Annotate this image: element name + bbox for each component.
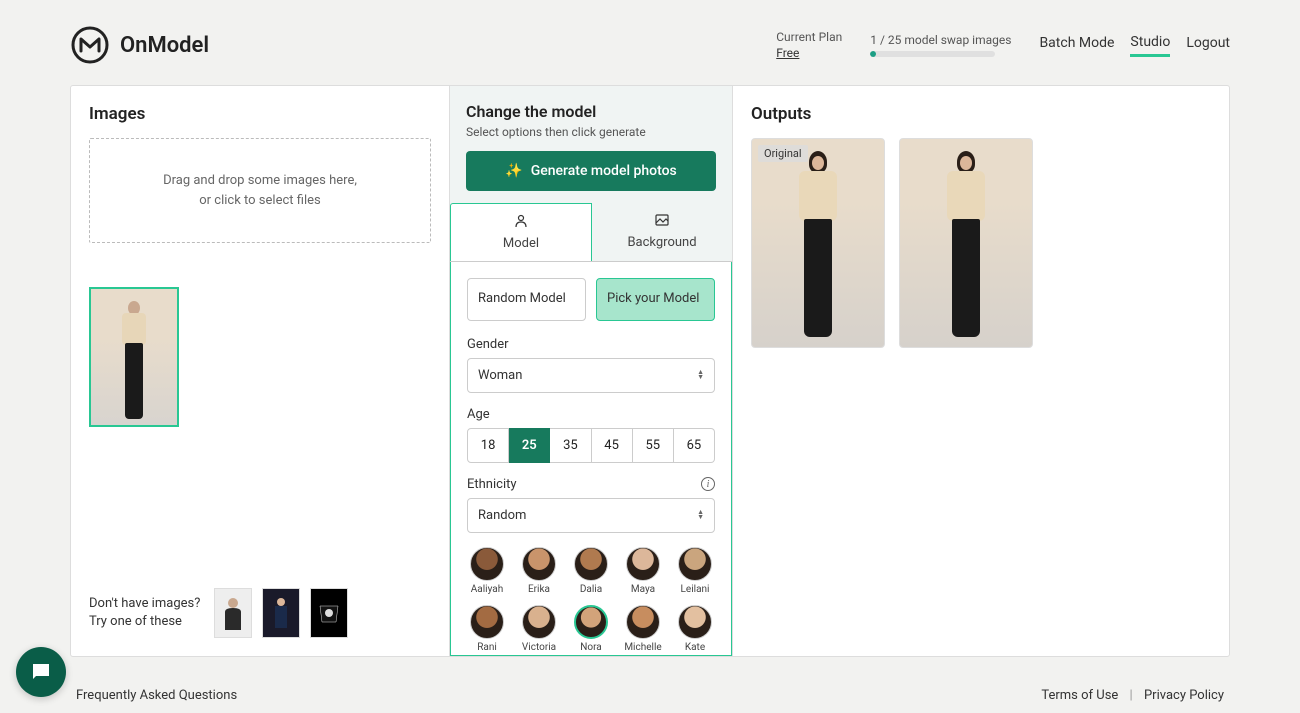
output-generated[interactable] [899, 138, 1033, 348]
generate-label: Generate model photos [531, 163, 677, 179]
model-option-maya[interactable]: Maya [623, 547, 663, 595]
nav-logout[interactable]: Logout [1186, 35, 1230, 55]
terms-link[interactable]: Terms of Use [1041, 688, 1118, 703]
model-name-label: Maya [631, 584, 655, 595]
hint-line2: Try one of these [89, 613, 200, 631]
model-option-michelle[interactable]: Michelle [623, 605, 663, 653]
model-name-label: Leilani [681, 584, 710, 595]
ethnicity-select[interactable]: Random ▲▼ [467, 498, 715, 533]
image-icon [655, 213, 669, 231]
age-option-45[interactable]: 45 [592, 428, 633, 463]
outputs-title: Outputs [751, 104, 1211, 124]
hint-line1: Don't have images? [89, 595, 200, 613]
model-option-victoria[interactable]: Victoria [519, 605, 559, 653]
model-option-leilani[interactable]: Leilani [675, 547, 715, 595]
age-option-25[interactable]: 25 [509, 428, 550, 463]
model-option-kate[interactable]: Kate [675, 605, 715, 653]
model-avatar [678, 605, 712, 639]
age-option-18[interactable]: 18 [467, 428, 509, 463]
usage-meter: 1 / 25 model swap images [870, 33, 1011, 57]
select-caret-icon: ▲▼ [697, 370, 704, 381]
dropzone-text-1: Drag and drop some images here, [163, 171, 357, 191]
model-name-label: Erika [528, 584, 550, 595]
brand-logo[interactable]: OnModel [70, 25, 209, 65]
model-avatar [678, 547, 712, 581]
logo-icon [70, 25, 110, 65]
brand-name: OnModel [120, 33, 209, 58]
generate-button[interactable]: ✨ Generate model photos [466, 151, 716, 191]
model-avatar [522, 547, 556, 581]
model-option-aaliyah[interactable]: Aaliyah [467, 547, 507, 595]
ethnicity-value: Random [478, 508, 526, 523]
age-option-35[interactable]: 35 [550, 428, 591, 463]
sample-image-1[interactable] [214, 588, 252, 638]
tab-background-label: Background [627, 235, 696, 250]
plan-info: Current Plan Free [776, 30, 842, 60]
info-icon[interactable]: i [701, 477, 715, 491]
plan-value[interactable]: Free [776, 46, 842, 60]
plan-label: Current Plan [776, 30, 842, 44]
model-name-label: Dalia [580, 584, 602, 595]
dropzone-text-2: or click to select files [163, 191, 357, 211]
nav-batch-mode[interactable]: Batch Mode [1039, 35, 1114, 55]
model-avatar [626, 547, 660, 581]
select-caret-icon: ▲▼ [697, 510, 704, 521]
mode-random[interactable]: Random Model [467, 278, 586, 321]
model-name-label: Michelle [624, 642, 661, 653]
change-model-title: Change the model [466, 102, 716, 121]
age-option-55[interactable]: 55 [633, 428, 674, 463]
images-title: Images [89, 104, 431, 124]
model-option-nora[interactable]: Nora [571, 605, 611, 653]
gender-select[interactable]: Woman ▲▼ [467, 358, 715, 393]
output-original[interactable]: Original [751, 138, 885, 348]
gender-label: Gender [467, 337, 715, 352]
model-name-label: Victoria [522, 642, 556, 653]
chat-icon [29, 660, 53, 684]
sample-image-3[interactable] [310, 588, 348, 638]
nav-studio[interactable]: Studio [1130, 34, 1170, 57]
tab-model[interactable]: Model [450, 203, 592, 261]
model-option-dalia[interactable]: Dalia [571, 547, 611, 595]
model-option-rani[interactable]: Rani [467, 605, 507, 653]
model-option-erika[interactable]: Erika [519, 547, 559, 595]
upload-dropzone[interactable]: Drag and drop some images here, or click… [89, 138, 431, 243]
footer-separator: | [1130, 688, 1133, 703]
usage-bar [870, 51, 995, 57]
change-model-subtitle: Select options then click generate [466, 125, 716, 139]
privacy-link[interactable]: Privacy Policy [1144, 688, 1224, 703]
gender-value: Woman [478, 368, 522, 383]
sparkle-icon: ✨ [505, 163, 522, 179]
chat-widget[interactable] [16, 647, 66, 697]
ethnicity-label: Ethnicity [467, 477, 517, 492]
model-avatar [626, 605, 660, 639]
mode-pick[interactable]: Pick your Model [596, 278, 715, 321]
tab-model-label: Model [503, 236, 539, 251]
model-name-label: Nora [580, 642, 601, 653]
model-name-label: Rani [477, 642, 497, 653]
model-avatar [574, 605, 608, 639]
model-avatar [574, 547, 608, 581]
model-name-label: Aaliyah [471, 584, 503, 595]
age-option-65[interactable]: 65 [674, 428, 715, 463]
model-avatar [470, 547, 504, 581]
faq-link[interactable]: Frequently Asked Questions [76, 688, 237, 703]
uploaded-image-thumb[interactable] [89, 287, 179, 427]
model-avatar [522, 605, 556, 639]
sample-image-2[interactable] [262, 588, 300, 638]
age-label: Age [467, 407, 715, 422]
person-icon [514, 214, 528, 232]
model-name-label: Kate [685, 642, 705, 653]
tab-background[interactable]: Background [592, 203, 732, 261]
usage-text: 1 / 25 model swap images [870, 33, 1011, 47]
model-avatar [470, 605, 504, 639]
